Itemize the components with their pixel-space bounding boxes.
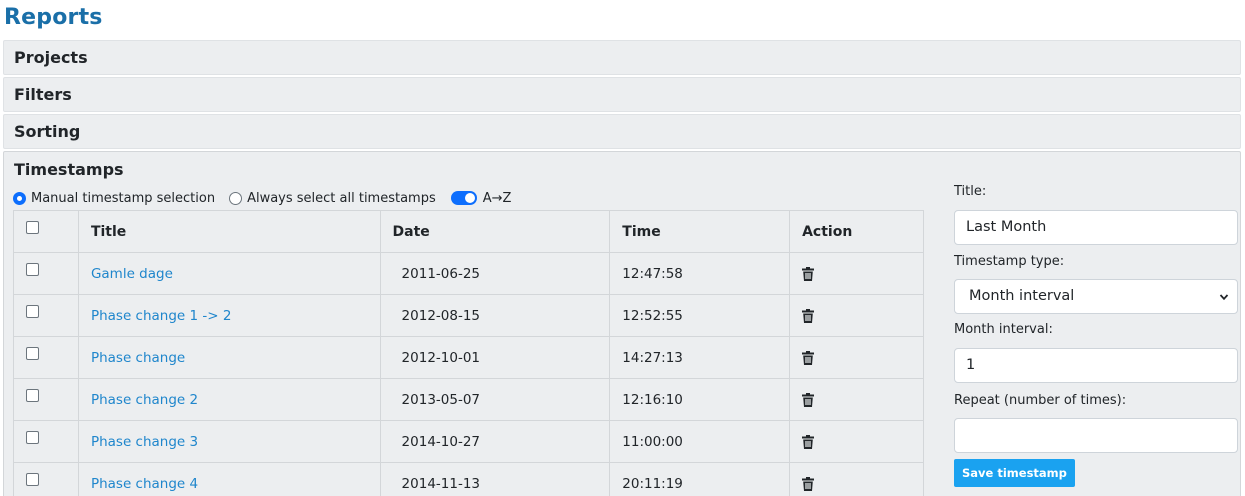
timestamp-type-label: Timestamp type: bbox=[954, 254, 1065, 269]
row-checkbox[interactable] bbox=[26, 347, 39, 360]
timestamp-title-link[interactable]: Phase change 1 -> 2 bbox=[91, 308, 232, 324]
sort-order-toggle[interactable] bbox=[450, 191, 477, 205]
timestamp-type-value: Month interval bbox=[969, 288, 1075, 304]
table-row: Phase change 2012-10-01 14:27:13 bbox=[13, 336, 924, 379]
timestamp-time: 14:27:13 bbox=[609, 336, 791, 379]
table-row: Phase change 4 2014-11-13 20:11:19 bbox=[13, 462, 924, 496]
timestamp-date: 2014-10-27 bbox=[379, 420, 611, 463]
page-title: Reports bbox=[4, 5, 103, 30]
table-row: Phase change 2 2013-05-07 12:16:10 bbox=[13, 378, 924, 421]
timestamp-date: 2014-11-13 bbox=[379, 462, 611, 496]
timestamp-title-link[interactable]: Phase change 3 bbox=[91, 434, 198, 450]
timestamp-title-link[interactable]: Phase change 4 bbox=[91, 476, 198, 492]
section-filters-label: Filters bbox=[14, 85, 72, 104]
column-header-time[interactable]: Time bbox=[609, 210, 791, 253]
table-row: Phase change 3 2014-10-27 11:00:00 bbox=[13, 420, 924, 463]
row-checkbox[interactable] bbox=[26, 389, 39, 402]
save-timestamp-button[interactable]: Save timestamp bbox=[954, 459, 1075, 487]
timestamp-date: 2013-05-07 bbox=[379, 378, 611, 421]
row-checkbox[interactable] bbox=[26, 263, 39, 276]
timestamp-date: 2012-08-15 bbox=[379, 294, 611, 337]
timestamp-time: 20:11:19 bbox=[609, 462, 791, 496]
repeat-input[interactable] bbox=[954, 418, 1238, 453]
title-input[interactable]: Last Month bbox=[954, 210, 1238, 245]
timestamp-date: 2011-06-25 bbox=[379, 252, 611, 295]
section-sorting[interactable]: Sorting bbox=[3, 114, 1241, 149]
month-interval-input[interactable]: 1 bbox=[954, 348, 1238, 383]
timestamp-type-select[interactable]: Month interval bbox=[954, 279, 1238, 314]
column-header-title[interactable]: Title bbox=[77, 210, 381, 253]
column-header-action: Action bbox=[789, 210, 924, 253]
manual-selection-label[interactable]: Manual timestamp selection bbox=[31, 191, 215, 206]
chevron-down-icon bbox=[1219, 294, 1229, 301]
timestamp-title-link[interactable]: Phase change 2 bbox=[91, 392, 198, 408]
manual-selection-radio[interactable] bbox=[13, 191, 26, 205]
trash-icon[interactable] bbox=[802, 476, 815, 491]
sort-order-label: A→Z bbox=[482, 190, 512, 206]
trash-icon[interactable] bbox=[802, 392, 815, 407]
timestamp-title-link[interactable]: Phase change bbox=[91, 350, 185, 366]
section-projects-label: Projects bbox=[14, 48, 88, 67]
row-checkbox[interactable] bbox=[26, 473, 39, 486]
table-row: Gamle dage 2011-06-25 12:47:58 bbox=[13, 252, 924, 295]
trash-icon[interactable] bbox=[802, 350, 815, 365]
timestamp-date: 2012-10-01 bbox=[379, 336, 611, 379]
select-all-radio[interactable] bbox=[229, 191, 243, 205]
timestamp-mode-row: Manual timestamp selection Always select… bbox=[13, 189, 511, 207]
section-sorting-label: Sorting bbox=[14, 122, 81, 141]
row-checkbox[interactable] bbox=[26, 431, 39, 444]
timestamp-title-link[interactable]: Gamle dage bbox=[91, 266, 173, 282]
section-filters[interactable]: Filters bbox=[3, 77, 1241, 112]
column-header-date[interactable]: Date bbox=[379, 210, 611, 253]
trash-icon[interactable] bbox=[802, 308, 815, 323]
row-checkbox[interactable] bbox=[26, 305, 39, 318]
table-row: Phase change 1 -> 2 2012-08-15 12:52:55 bbox=[13, 294, 924, 337]
repeat-label: Repeat (number of times): bbox=[954, 393, 1127, 408]
table-header-row: Title Date Time Action bbox=[13, 210, 924, 253]
timestamp-time: 12:16:10 bbox=[609, 378, 791, 421]
select-all-label[interactable]: Always select all timestamps bbox=[247, 191, 436, 206]
timestamp-time: 12:52:55 bbox=[609, 294, 791, 337]
timestamp-time: 12:47:58 bbox=[609, 252, 791, 295]
title-label: Title: bbox=[954, 184, 987, 199]
trash-icon[interactable] bbox=[802, 266, 815, 281]
timestamp-time: 11:00:00 bbox=[609, 420, 791, 463]
month-interval-label: Month interval: bbox=[954, 322, 1053, 337]
section-projects[interactable]: Projects bbox=[3, 40, 1241, 75]
section-timestamps: Timestamps Manual timestamp selection Al… bbox=[3, 151, 1241, 496]
trash-icon[interactable] bbox=[802, 434, 815, 449]
section-timestamps-label: Timestamps bbox=[14, 160, 124, 179]
select-all-checkbox[interactable] bbox=[26, 221, 39, 234]
timestamps-table: Title Date Time Action Gamle dage 2011-0… bbox=[13, 210, 924, 496]
